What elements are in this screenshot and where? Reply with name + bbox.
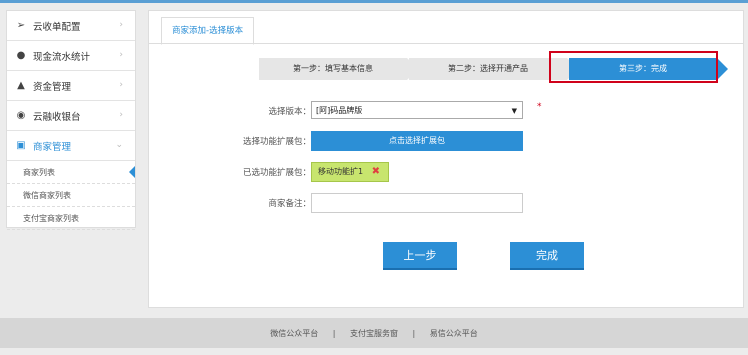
footer-link-alipay[interactable]: 支付宝服务窗 [350, 329, 398, 338]
remark-row: 商家备注： [149, 193, 743, 213]
select-extension-button[interactable]: 点击选择扩展包 [311, 131, 523, 151]
sidebar-item-cash-stats[interactable]: ● 现金流水统计 › [7, 41, 135, 71]
footer-link-yixin[interactable]: 易信公众平台 [430, 329, 478, 338]
highlight-box [549, 51, 718, 83]
chevron-right-icon: › [119, 50, 123, 60]
extension-row: 选择功能扩展包： 点击选择扩展包 [149, 131, 743, 151]
sidebar-item-merchant-management[interactable]: ▣ 商家管理 ⌄ [7, 131, 135, 161]
version-row: 选择版本： [阿]码品牌版 ▼ * [149, 101, 743, 121]
sidebar-item-label: 商家管理 [33, 141, 72, 153]
remark-input[interactable] [311, 193, 523, 213]
chevron-right-icon: › [119, 80, 123, 90]
sidebar-subitem-label: 商家列表 [23, 167, 55, 177]
footer: 微信公众平台 | 支付宝服务窗 | 易信公众平台 [0, 318, 748, 348]
required-mark: * [537, 102, 542, 112]
sidebar-subitem-label: 支付宝商家列表 [23, 213, 79, 223]
version-label: 选择版本： [268, 107, 311, 117]
user-icon: ● [16, 50, 26, 61]
sidebar-subitem-merchant-list[interactable]: 商家列表 [7, 161, 135, 184]
sidebar-item-collect-config[interactable]: ➢ 云收单配置 › [7, 11, 135, 41]
selected-extension-tag: 移动功能扩1 ✖ [311, 162, 389, 182]
finish-button[interactable]: 完成 [510, 242, 584, 270]
sidebar-item-label: 资金管理 [33, 81, 72, 93]
sidebar-item-fund-management[interactable]: ▲ 资金管理 › [7, 71, 135, 101]
selected-extension-label: 已选功能扩展包： [242, 168, 311, 178]
step-arrow-tip [717, 58, 728, 80]
remark-label: 商家备注： [268, 199, 311, 209]
footer-link-wechat[interactable]: 微信公众平台 [270, 329, 318, 338]
dropdown-triangle-icon: ▼ [511, 107, 517, 115]
top-accent-line [0, 0, 748, 3]
chevron-right-icon: › [119, 110, 123, 120]
sidebar: ➢ 云收单配置 › ● 现金流水统计 › ▲ 资金管理 › ◉ 云融收银台 › … [6, 10, 136, 230]
step-2: 第二步：选择开通产品 [409, 58, 567, 80]
version-select[interactable]: [阿]码品牌版 ▼ [311, 101, 523, 119]
extension-label: 选择功能扩展包： [242, 137, 311, 147]
chevron-right-icon: › [119, 20, 123, 30]
sidebar-subitem-wechat-merchants[interactable]: 微信商家列表 [7, 184, 135, 207]
footer-separator: | [412, 329, 416, 338]
footer-separator: | [332, 329, 336, 338]
money-bag-icon: ▲ [17, 80, 25, 91]
footer-links: 微信公众平台 | 支付宝服务窗 | 易信公众平台 [0, 328, 748, 339]
chevron-down-icon: ⌄ [115, 140, 123, 150]
selected-extension-row: 已选功能扩展包： 移动功能扩1 ✖ [149, 162, 743, 182]
sidebar-subitem-label: 微信商家列表 [23, 190, 71, 200]
sidebar-item-label: 现金流水统计 [33, 51, 91, 63]
tag-icon: ➢ [16, 20, 26, 31]
shop-icon: ▣ [16, 140, 26, 151]
remove-icon[interactable]: ✖ [372, 163, 380, 181]
sidebar-subitem-alipay-merchants[interactable]: 支付宝商家列表 [7, 207, 135, 230]
selected-extension-tag-label: 移动功能扩1 [318, 167, 364, 176]
step-1: 第一步：填写基本信息 [259, 58, 407, 80]
sidebar-item-label: 云融收银台 [33, 111, 81, 123]
tab-merchant-add[interactable]: 商家添加-选择版本 [161, 17, 255, 45]
people-icon: ◉ [16, 110, 26, 121]
sidebar-item-cashier[interactable]: ◉ 云融收银台 › [7, 101, 135, 131]
tab-divider [149, 43, 743, 44]
sidebar-item-label: 云收单配置 [33, 21, 81, 33]
version-select-value: [阿]码品牌版 [316, 106, 363, 115]
previous-step-button[interactable]: 上一步 [383, 242, 457, 270]
